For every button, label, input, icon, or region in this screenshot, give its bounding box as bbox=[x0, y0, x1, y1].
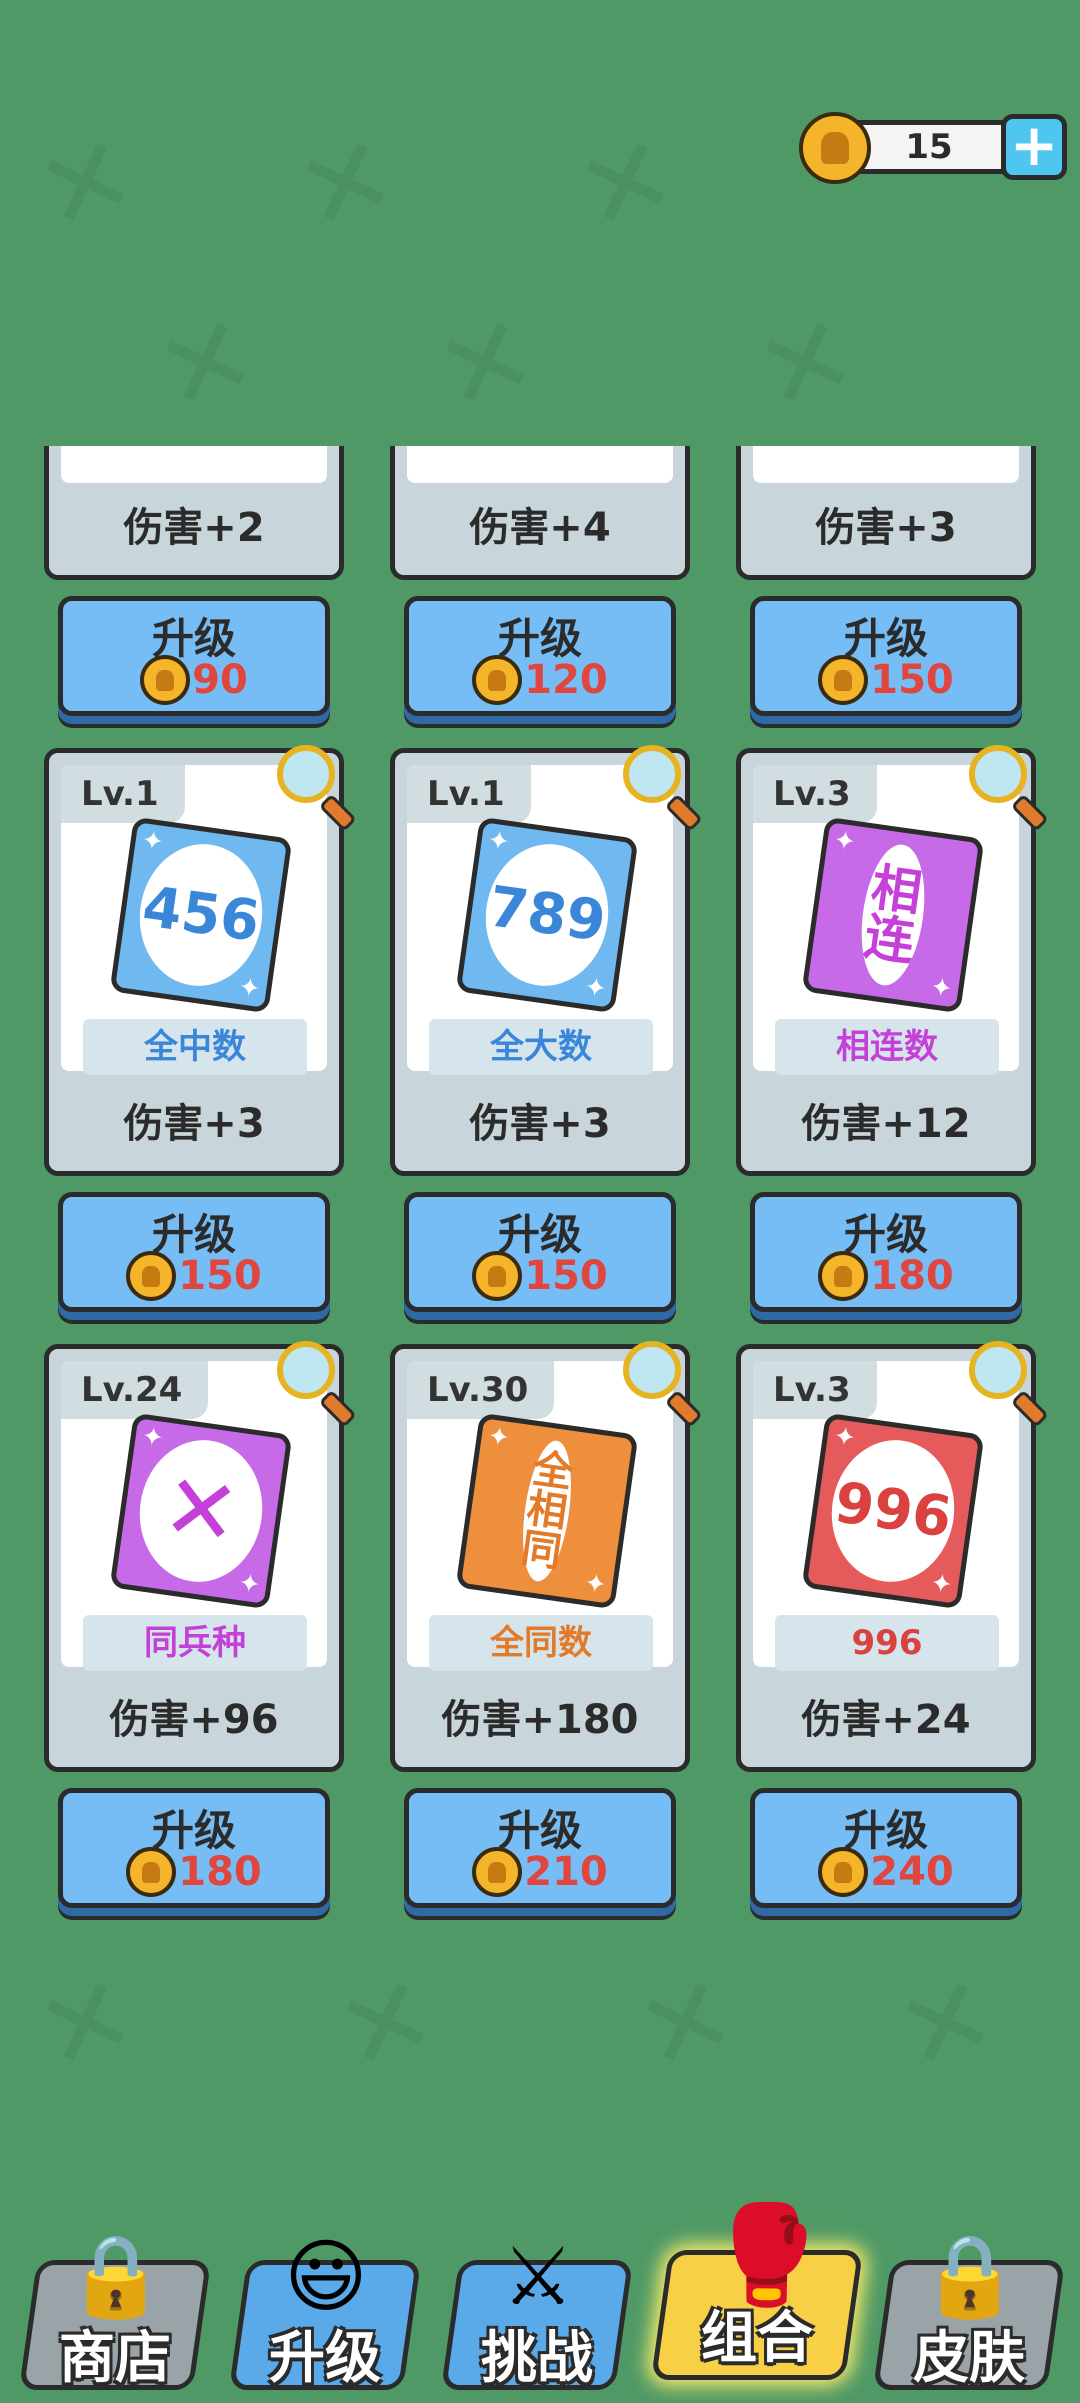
plus-icon: + bbox=[1009, 111, 1059, 179]
coin-icon bbox=[472, 655, 523, 705]
coin-icon bbox=[126, 1251, 177, 1301]
nav-shop[interactable]: 🔒 商店 bbox=[18, 2200, 212, 2400]
bottom-nav: 🔒 商店 😃 升级 ⚔ 挑战 🥊 组合 🔒 皮肤 bbox=[0, 2160, 1080, 2403]
nav-skin[interactable]: 🔒 皮肤 bbox=[872, 2200, 1066, 2400]
damage-text: 伤害+180 bbox=[441, 1697, 639, 1743]
combo-card[interactable]: 伤害+4 bbox=[390, 446, 690, 580]
combo-card[interactable]: Lv.30 ✦ ✦ 全相同 全同数 伤害+180 bbox=[390, 1341, 703, 1772]
currency-bar: 15 + bbox=[799, 112, 1067, 184]
upgrade-button[interactable]: 升级 180 bbox=[58, 1788, 330, 1908]
magnifier-icon[interactable] bbox=[277, 745, 357, 832]
upgrade-cost: 120 bbox=[524, 657, 608, 703]
combo-name: 全同数 bbox=[429, 1615, 653, 1671]
combo-name: 996 bbox=[775, 1615, 999, 1671]
upgrade-cost: 150 bbox=[178, 1253, 262, 1299]
card-art: ✦ ✦ 456 bbox=[109, 816, 293, 1014]
level-badge: Lv.1 bbox=[61, 765, 185, 823]
swords-icon: ✕ bbox=[130, 1432, 272, 1590]
nav-label: 组合 bbox=[701, 2306, 813, 2371]
combo-card[interactable]: Lv.3 ✦ ✦ 996 996 伤害+24 bbox=[736, 1341, 1049, 1772]
damage-text: 伤害+3 bbox=[815, 505, 957, 551]
card-art: ✦ ✦ ✕ bbox=[109, 1412, 293, 1610]
helmet-coin-icon bbox=[799, 112, 871, 184]
magnifier-icon[interactable] bbox=[969, 1341, 1049, 1428]
upgrade-button[interactable]: 升级 240 bbox=[750, 1788, 1022, 1908]
coin-icon bbox=[818, 1847, 869, 1897]
damage-text: 伤害+12 bbox=[801, 1101, 971, 1147]
nav-label: 商店 bbox=[59, 2326, 171, 2391]
card-art: ✦ ✦ 全相同 bbox=[455, 1412, 639, 1610]
damage-text: 伤害+2 bbox=[123, 505, 265, 551]
damage-text: 伤害+96 bbox=[109, 1697, 279, 1743]
combo-name: 同兵种 bbox=[83, 1615, 307, 1671]
damage-text: 伤害+3 bbox=[123, 1101, 265, 1147]
upgrade-cost: 210 bbox=[524, 1849, 608, 1895]
upgrade-button[interactable]: 升级 210 bbox=[404, 1788, 676, 1908]
upgrade-cost: 150 bbox=[524, 1253, 608, 1299]
combo-grid[interactable]: 伤害+2 伤害+4 伤害+3 升级 90 升级 120 升级 150 Lv.1 … bbox=[0, 446, 1080, 1946]
coin-icon bbox=[140, 655, 191, 705]
upgrade-cost: 150 bbox=[870, 657, 954, 703]
magnifier-icon[interactable] bbox=[623, 1341, 703, 1428]
combo-card[interactable]: 伤害+3 bbox=[736, 446, 1036, 580]
damage-text: 伤害+4 bbox=[469, 505, 611, 551]
combo-card[interactable]: 伤害+2 bbox=[44, 446, 344, 580]
nav-upgrade[interactable]: 😃 升级 bbox=[228, 2200, 422, 2400]
card-art: ✦ ✦ 789 bbox=[455, 816, 639, 1014]
level-badge: Lv.30 bbox=[407, 1361, 555, 1419]
magnifier-icon[interactable] bbox=[969, 745, 1049, 832]
card-art: ✦ ✦ 相连 bbox=[801, 816, 985, 1014]
upgrade-button[interactable]: 升级 180 bbox=[750, 1192, 1022, 1312]
combo-card[interactable]: Lv.1 ✦ ✦ 789 全大数 伤害+3 bbox=[390, 745, 703, 1176]
combo-name: 相连数 bbox=[775, 1019, 999, 1075]
upgrade-button[interactable]: 升级 150 bbox=[750, 596, 1022, 716]
nav-combo[interactable]: 🥊 组合 bbox=[650, 2180, 864, 2380]
nav-label: 挑战 bbox=[481, 2326, 593, 2391]
level-badge: Lv.3 bbox=[753, 765, 877, 823]
upgrade-button[interactable]: 升级 90 bbox=[58, 596, 330, 716]
currency-amount: 15 bbox=[905, 127, 953, 167]
upgrade-cost: 90 bbox=[192, 657, 248, 703]
damage-text: 伤害+3 bbox=[469, 1101, 611, 1147]
combo-name: 全大数 bbox=[429, 1019, 653, 1075]
coin-icon bbox=[472, 1847, 523, 1897]
level-badge: Lv.24 bbox=[61, 1361, 209, 1419]
level-badge: Lv.3 bbox=[753, 1361, 877, 1419]
magnifier-icon[interactable] bbox=[623, 745, 703, 832]
upgrade-cost: 180 bbox=[870, 1253, 954, 1299]
nav-challenge[interactable]: ⚔ 挑战 bbox=[440, 2200, 634, 2400]
combo-card[interactable]: Lv.3 ✦ ✦ 相连 相连数 伤害+12 bbox=[736, 745, 1049, 1176]
upgrade-button[interactable]: 升级 120 bbox=[404, 596, 676, 716]
coin-icon bbox=[126, 1847, 177, 1897]
upgrade-button[interactable]: 升级 150 bbox=[58, 1192, 330, 1312]
combo-name: 全中数 bbox=[83, 1019, 307, 1075]
add-currency-button[interactable]: + bbox=[1001, 114, 1067, 180]
upgrade-button[interactable]: 升级 150 bbox=[404, 1192, 676, 1312]
upgrade-cost: 180 bbox=[178, 1849, 262, 1895]
combo-card[interactable]: Lv.1 ✦ ✦ 456 全中数 伤害+3 bbox=[44, 745, 357, 1176]
upgrade-cost: 240 bbox=[870, 1849, 954, 1895]
level-badge: Lv.1 bbox=[407, 765, 531, 823]
coin-icon bbox=[818, 1251, 869, 1301]
card-art: ✦ ✦ 996 bbox=[801, 1412, 985, 1610]
coin-icon bbox=[818, 655, 869, 705]
combo-card[interactable]: Lv.24 ✦ ✦ ✕ 同兵种 伤害+96 bbox=[44, 1341, 357, 1772]
nav-label: 升级 bbox=[269, 2326, 381, 2391]
nav-label: 皮肤 bbox=[913, 2326, 1025, 2391]
coin-icon bbox=[472, 1251, 523, 1301]
damage-text: 伤害+24 bbox=[801, 1697, 971, 1743]
magnifier-icon[interactable] bbox=[277, 1341, 357, 1428]
